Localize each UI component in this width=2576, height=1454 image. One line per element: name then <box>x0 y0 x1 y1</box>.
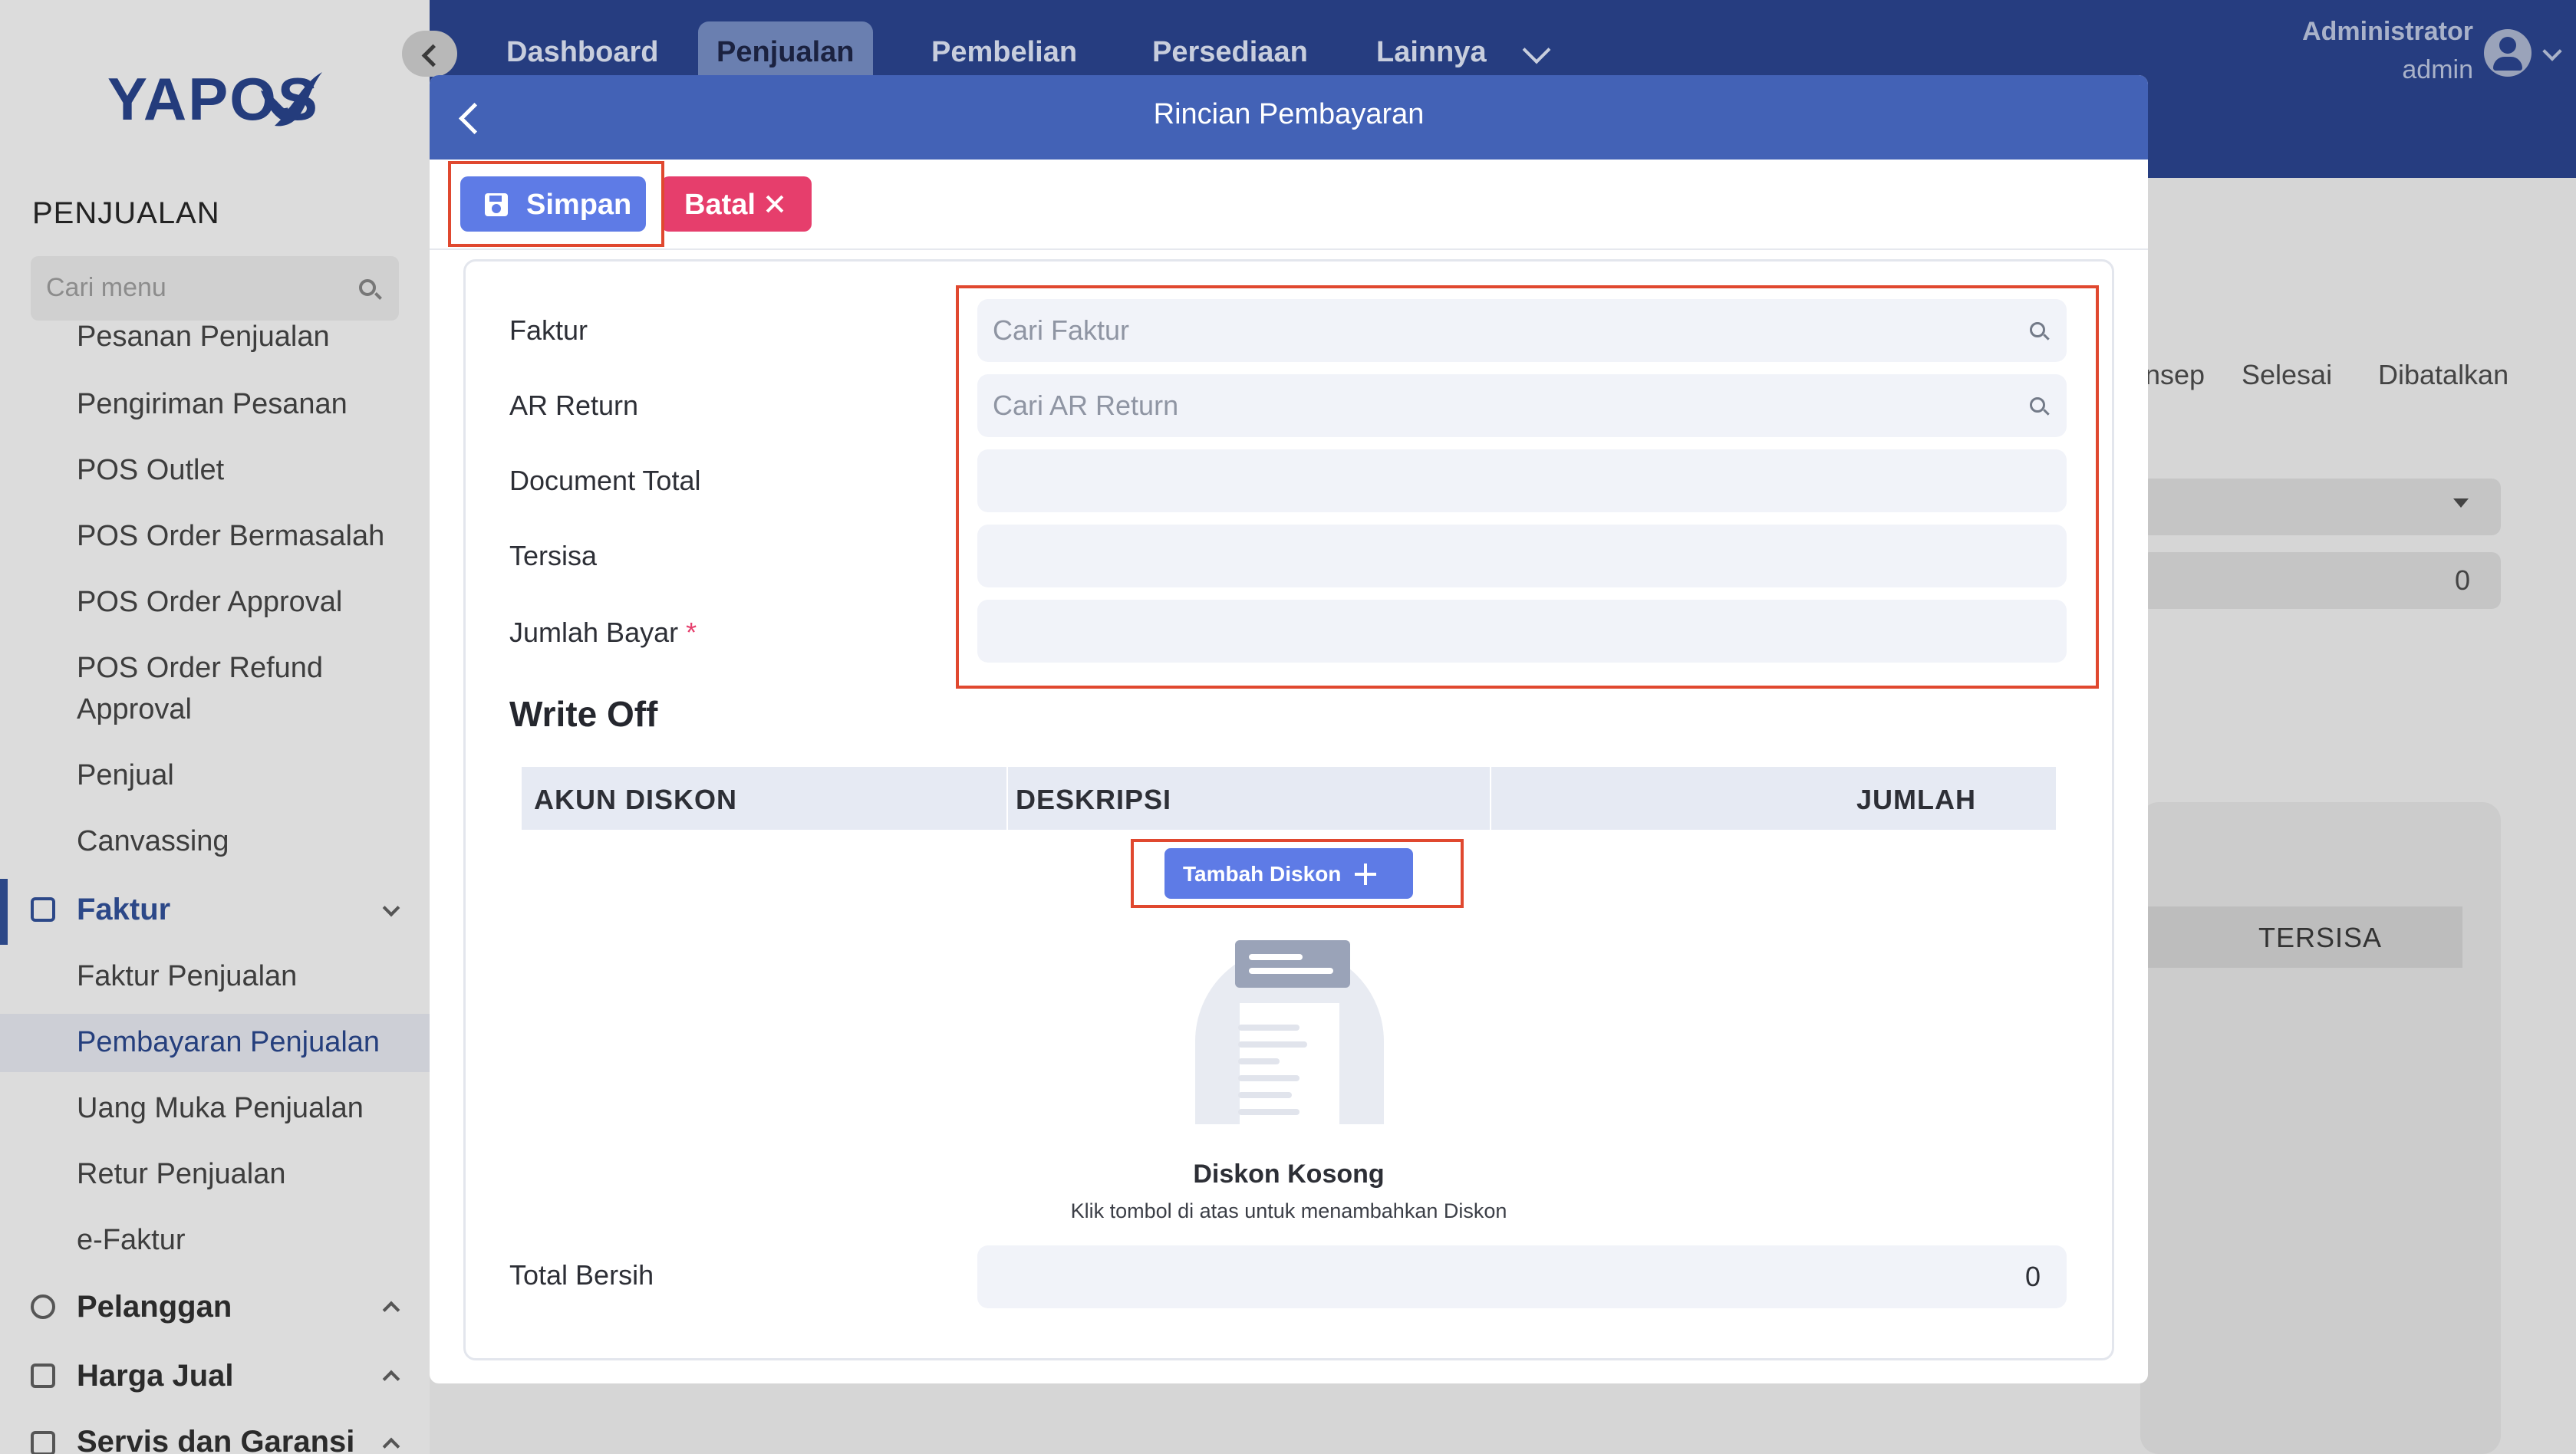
status-step-dibatalkan: Dibatalkan <box>2378 359 2509 390</box>
sidebar-item-pengiriman-pesanan[interactable]: Pengiriman Pesanan <box>77 388 348 421</box>
sidebar-group-faktur[interactable]: Faktur <box>77 893 170 927</box>
sidebar-item-faktur-penjualan[interactable]: Faktur Penjualan <box>77 960 297 993</box>
sidebar-active-indicator <box>0 879 8 945</box>
sidebar-item-retur-penjualan[interactable]: Retur Penjualan <box>77 1158 286 1191</box>
total-bersih-label: Total Bersih <box>509 1259 654 1291</box>
status-step-selesai: Selesai <box>2242 359 2333 390</box>
sidebar-group-pelanggan[interactable]: Pelanggan <box>77 1290 232 1324</box>
jumlah-bayar-label: Jumlah Bayar * <box>509 617 697 649</box>
nav-penjualan[interactable]: Penjualan <box>698 21 873 77</box>
chevron-down-icon[interactable] <box>382 899 400 917</box>
user-name: Administrator <box>2302 17 2473 46</box>
sidebar-item-pos-outlet[interactable]: POS Outlet <box>77 454 224 487</box>
user-role: admin <box>2402 55 2473 84</box>
empty-state-title: Diskon Kosong <box>1193 1160 1385 1189</box>
write-off-title: Write Off <box>509 694 658 734</box>
background-amount-value: 0 <box>2455 564 2471 596</box>
sidebar-search-placeholder: Cari menu <box>46 273 166 302</box>
faktur-label: Faktur <box>509 314 588 346</box>
chevron-up-icon[interactable] <box>382 1437 400 1454</box>
toolbar-divider <box>430 248 2148 250</box>
sidebar: YAPOS PENJUALAN Cari menu Pesanan Penjua… <box>0 0 430 1454</box>
search-icon <box>359 279 376 296</box>
highlight-save-button <box>448 161 664 247</box>
ar-return-label: AR Return <box>509 390 639 421</box>
highlight-form-fields <box>956 285 2099 689</box>
write-off-table-header: AKUN DISKON DESKRIPSI JUMLAH <box>522 767 2056 830</box>
modal-title: Rincian Pembayaran <box>1153 98 1425 130</box>
logo-bird-icon <box>261 72 322 127</box>
nav-pembelian[interactable]: Pembelian <box>913 21 1095 77</box>
customer-icon <box>31 1294 55 1319</box>
total-bersih-input: 0 <box>977 1245 2067 1308</box>
service-icon <box>31 1431 55 1454</box>
sidebar-item-e-faktur[interactable]: e-Faktur <box>77 1224 185 1257</box>
chevron-up-icon[interactable] <box>382 1370 400 1388</box>
cancel-button[interactable]: Batal <box>661 176 812 232</box>
background-table-panel <box>2140 802 2501 1454</box>
sidebar-item-pos-order-bermasalah[interactable]: POS Order Bermasalah <box>77 520 384 553</box>
sidebar-item-pos-order-refund[interactable]: POS Order Refund <box>77 652 323 685</box>
sidebar-item-canvassing[interactable]: Canvassing <box>77 825 229 858</box>
modal-header: Rincian Pembayaran <box>430 75 2148 160</box>
sidebar-group-servis-garansi[interactable]: Servis dan Garansi <box>77 1425 354 1454</box>
cancel-button-label: Batal <box>684 189 756 221</box>
total-bersih-value: 0 <box>2024 1261 2041 1292</box>
user-avatar-icon[interactable] <box>2484 29 2532 77</box>
price-tag-icon <box>31 1364 55 1388</box>
background-amount-field <box>2140 552 2501 609</box>
sidebar-item-pembayaran-penjualan[interactable]: Pembayaran Penjualan <box>77 1026 380 1059</box>
column-divider <box>1006 767 1008 830</box>
sidebar-search[interactable]: Cari menu <box>31 256 399 321</box>
empty-state-description: Klik tombol di atas untuk menambahkan Di… <box>1070 1199 1507 1222</box>
col-akun-diskon: AKUN DISKON <box>534 784 738 815</box>
sidebar-section-title: PENJUALAN <box>32 196 220 230</box>
nav-lainnya[interactable]: Lainnya <box>1358 21 1505 77</box>
payment-details-modal: Rincian Pembayaran Simpan Batal Faktur C… <box>430 75 2148 1383</box>
col-jumlah: JUMLAH <box>1856 784 1976 815</box>
sidebar-item-uang-muka-penjualan[interactable]: Uang Muka Penjualan <box>77 1092 364 1125</box>
sidebar-item-pesanan-penjualan[interactable]: Pesanan Penjualan <box>77 321 330 354</box>
chevron-up-icon[interactable] <box>382 1301 400 1319</box>
document-total-label: Document Total <box>509 465 701 496</box>
status-step-konsep: nsep <box>2145 359 2205 390</box>
invoice-icon <box>31 897 55 922</box>
col-deskripsi: DESKRIPSI <box>1016 784 1172 815</box>
background-col-tersisa: TERSISA <box>2258 922 2383 953</box>
dropdown-caret-icon <box>2453 498 2469 508</box>
highlight-add-discount <box>1131 839 1464 908</box>
sidebar-collapse-button[interactable] <box>402 31 457 77</box>
empty-document-icon <box>1195 940 1384 1124</box>
nav-dashboard[interactable]: Dashboard <box>488 21 677 77</box>
sidebar-group-harga-jual[interactable]: Harga Jual <box>77 1359 234 1393</box>
close-icon <box>766 195 784 213</box>
tersisa-label: Tersisa <box>509 540 598 571</box>
background-select <box>2140 479 2501 535</box>
required-mark: * <box>686 617 697 648</box>
jumlah-bayar-label-text: Jumlah Bayar <box>509 617 679 648</box>
nav-persediaan[interactable]: Persediaan <box>1134 21 1326 77</box>
sidebar-item-penjual[interactable]: Penjual <box>77 759 174 792</box>
column-divider <box>1490 767 1491 830</box>
sidebar-item-pos-order-approval[interactable]: POS Order Approval <box>77 586 342 619</box>
sidebar-item-pos-order-refund-approval[interactable]: Approval <box>77 693 192 726</box>
